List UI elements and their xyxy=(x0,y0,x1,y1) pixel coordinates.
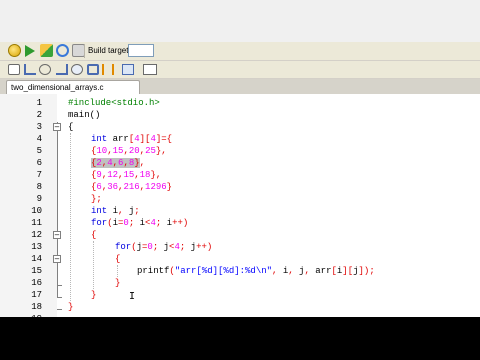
fold-toggle-icon[interactable]: − xyxy=(53,231,61,239)
code-line-3: { xyxy=(68,122,74,132)
line-number: 16 xyxy=(31,278,42,288)
tab-label: two_dimensional_arrays.c xyxy=(11,83,104,92)
code-line-12: { xyxy=(91,230,97,240)
bracket-highlight: {2,4,6,8} xyxy=(91,158,140,168)
fold-end-marker xyxy=(57,297,62,298)
line-number: 18 xyxy=(31,302,42,312)
tab-two-dimensional-arrays[interactable]: two_dimensional_arrays.c xyxy=(6,80,140,94)
line-number: 15 xyxy=(31,266,42,276)
settings-icon[interactable] xyxy=(8,44,21,57)
indent-guide xyxy=(117,265,118,277)
build-target-label: Build target: xyxy=(88,46,131,55)
code-line-16: } xyxy=(115,278,121,288)
line-number: 5 xyxy=(36,146,42,156)
debug-icon[interactable] xyxy=(8,64,20,75)
run-to-cursor-icon[interactable] xyxy=(24,64,36,75)
line-number: 17 xyxy=(31,290,42,300)
line-number: 14 xyxy=(31,254,42,264)
code-line-14: { xyxy=(115,254,121,264)
code-line-18: } xyxy=(68,302,74,312)
code-line-8: {6,36,216,1296} xyxy=(91,182,173,192)
line-number: 7 xyxy=(36,170,42,180)
editor-tab-bar: two_dimensional_arrays.c xyxy=(0,79,480,95)
fold-end-marker xyxy=(57,309,62,310)
line-number: 8 xyxy=(36,182,42,192)
code-line-9: }; xyxy=(91,194,102,204)
build-target-select[interactable] xyxy=(128,44,154,57)
code-line-10: int i, j; xyxy=(91,206,140,216)
various-info-icon[interactable] xyxy=(143,64,157,75)
step-into-icon[interactable] xyxy=(56,64,68,75)
line-number: 12 xyxy=(31,230,42,240)
code-line-15: printf("arr[%d][%d]:%d\n", i, j, arr[i][… xyxy=(137,266,375,276)
line-number: 4 xyxy=(36,134,42,144)
line-number-gutter: 1 2 3 4 5 6 7 8 9 10 11 12 13 14 15 16 1… xyxy=(0,94,57,317)
fold-toggle-icon[interactable]: − xyxy=(53,123,61,131)
fold-toggle-icon[interactable]: − xyxy=(53,255,61,263)
toolbar-separator xyxy=(84,44,85,58)
build-toolbar: Build target: xyxy=(0,42,480,61)
rebuild-icon[interactable] xyxy=(56,44,69,57)
line-number: 3 xyxy=(36,122,42,132)
code-editor[interactable]: 1 2 3 4 5 6 7 8 9 10 11 12 13 14 15 16 1… xyxy=(0,94,480,317)
step-out-icon[interactable] xyxy=(71,64,83,75)
line-number: 6 xyxy=(36,158,42,168)
code-line-11: for(i=0; i<4; i++) xyxy=(91,218,189,228)
next-instruction-icon[interactable] xyxy=(87,64,99,75)
line-number: 19 xyxy=(0,313,42,317)
build-and-run-icon[interactable] xyxy=(40,44,53,57)
next-line-icon[interactable] xyxy=(39,64,51,75)
code-line-7: {9,12,15,18}, xyxy=(91,170,162,180)
indent-guide xyxy=(70,133,71,301)
code-line-13: for(j=0; j<4; j++) xyxy=(115,242,213,252)
code-line-1: #include<stdio.h> xyxy=(68,98,160,108)
ide-window: Build target: two_dimensional_arrays.c 1… xyxy=(0,0,480,317)
code-line-4: int arr[4][4]={ xyxy=(91,134,173,144)
debug-toolbar xyxy=(0,61,480,79)
break-debugger-icon[interactable] xyxy=(102,64,114,75)
fold-guide-line xyxy=(57,122,58,298)
line-number: 1 xyxy=(36,98,42,108)
line-number: 10 xyxy=(31,206,42,216)
code-line-6: {2,4,6,8}, xyxy=(91,158,146,168)
line-number: 13 xyxy=(31,242,42,252)
code-line-17: } xyxy=(91,290,97,300)
code-line-2: main() xyxy=(68,110,101,120)
indent-guide xyxy=(93,241,94,289)
line-number: 9 xyxy=(36,194,42,204)
run-icon[interactable] xyxy=(25,45,35,57)
line-number: 2 xyxy=(36,110,42,120)
text-cursor-icon: I xyxy=(129,291,136,302)
debugging-windows-icon[interactable] xyxy=(122,64,134,75)
code-line-5: {10,15,20,25}, xyxy=(91,146,167,156)
line-number: 11 xyxy=(31,218,42,228)
fold-end-marker xyxy=(57,285,62,286)
